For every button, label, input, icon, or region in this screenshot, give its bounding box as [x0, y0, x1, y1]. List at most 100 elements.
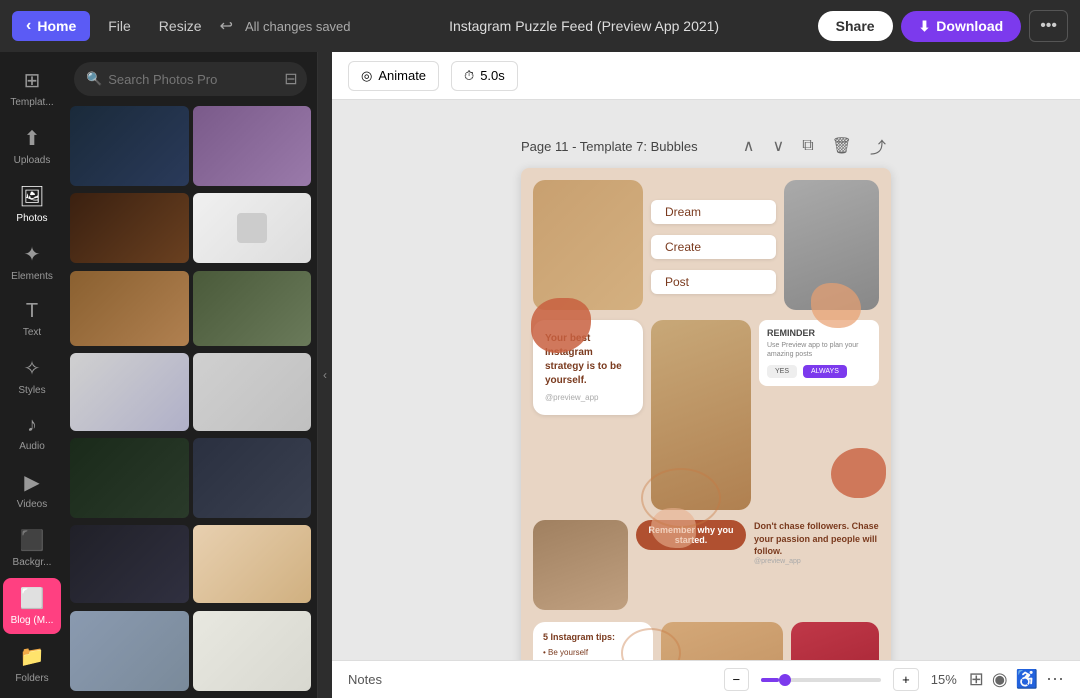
decorative-blob-3 [831, 448, 886, 498]
download-icon: ⬇ [919, 18, 931, 35]
canvas-toolbar: ◎ Animate ⏱ 5.0s [332, 52, 1080, 100]
list-item[interactable] [193, 106, 312, 186]
sidebar-item-text[interactable]: T Text [3, 292, 61, 346]
post-label: Post [651, 270, 776, 294]
list-item[interactable] [193, 438, 312, 518]
bottom-bar: Notes − + 15% ⊞ ◉ ♿ ⋯ [332, 660, 1080, 698]
sidebar-item-template[interactable]: ⊞ Templat... [3, 60, 61, 116]
quote-author: @preview_app [545, 392, 631, 403]
list-item[interactable] [70, 611, 189, 691]
list-item[interactable] [193, 525, 312, 603]
sidebar-item-photos[interactable]: 🖼 Photos [3, 176, 61, 232]
list-item[interactable] [70, 525, 189, 603]
photo-grid [64, 102, 317, 698]
zoom-in-button[interactable]: + [893, 668, 919, 691]
sidebar-item-audio[interactable]: ♪ Audio [3, 406, 61, 460]
sidebar-item-uploads[interactable]: ⬆ Uploads [3, 118, 61, 174]
zoom-level-display: 15% [931, 672, 957, 687]
page-collapse-down-button[interactable]: ∨ [768, 134, 790, 158]
home-button[interactable]: Home [12, 11, 90, 41]
bottom-icons: ⊞ ◉ ♿ ⋯ [969, 669, 1064, 690]
timer-button[interactable]: ⏱ 5.0s [451, 61, 518, 91]
text-icon: T [26, 300, 38, 323]
page-share-button[interactable]: ⤴ [865, 132, 891, 160]
accessibility-button[interactable]: ♿ [1016, 669, 1038, 690]
canvas-scroll[interactable]: Page 11 - Template 7: Bubbles ∧ ∨ ⧉ 🗑 ⤴ [332, 100, 1080, 660]
list-item[interactable] [70, 193, 189, 263]
tips-list: • Be yourself • Stay consistent • Post w… [543, 647, 643, 660]
resize-button[interactable]: Resize [149, 12, 212, 40]
sidebar-item-styles[interactable]: ✧ Styles [3, 348, 61, 404]
template-row-4: 5 Instagram tips: • Be yourself • Stay c… [521, 610, 891, 660]
page-collapse-up-button[interactable]: ∧ [738, 134, 760, 158]
collapse-handle[interactable]: ‹ [318, 52, 332, 698]
page11-header: Page 11 - Template 7: Bubbles ∧ ∨ ⧉ 🗑 ⤴ [521, 132, 891, 160]
zoom-slider-thumb[interactable] [779, 674, 791, 686]
main-layout: ⊞ Templat... ⬆ Uploads 🖼 Photos ✦ Elemen… [0, 52, 1080, 698]
videos-icon: ▶ [24, 470, 39, 495]
notes-button[interactable]: Notes [348, 672, 382, 687]
audio-icon: ♪ [27, 414, 37, 437]
bottom-left-photo[interactable] [533, 520, 628, 610]
list-item[interactable] [193, 193, 312, 263]
blog-icon: ⬜ [20, 586, 45, 611]
sidebar-item-folders[interactable]: 📁 Folders [3, 636, 61, 692]
present-button[interactable]: ◉ [992, 669, 1008, 690]
couple-photo[interactable] [533, 180, 643, 310]
page-copy-button[interactable]: ⧉ [797, 135, 818, 157]
filter-icon[interactable]: ⊟ [284, 69, 297, 89]
timer-icon: ⏱ [464, 68, 474, 84]
document-title: Instagram Puzzle Feed (Preview App 2021) [359, 18, 810, 34]
center-person-photo[interactable] [651, 320, 751, 510]
more-options-button[interactable]: ••• [1029, 10, 1068, 42]
share-button[interactable]: Share [818, 11, 893, 41]
sidebar-item-videos[interactable]: ▶ Videos [3, 462, 61, 518]
list-item[interactable] [70, 106, 189, 186]
reminder-title: REMINDER [767, 328, 871, 338]
bottom-center-photo[interactable] [661, 622, 783, 660]
zoom-slider-track[interactable] [761, 678, 881, 682]
labels-column: Dream Create Post [651, 180, 776, 310]
elements-icon: ✦ [24, 242, 41, 267]
bottom-right-photo[interactable] [791, 622, 879, 660]
reminder-yes-button[interactable]: YES [767, 365, 797, 378]
topbar: Home File Resize ↩ All changes saved Ins… [0, 0, 1080, 52]
animate-icon: ◎ [361, 68, 372, 84]
page-delete-button[interactable]: 🗑 [827, 134, 857, 158]
list-item[interactable] [70, 353, 189, 431]
sidebar-item-elements[interactable]: ✦ Elements [3, 234, 61, 290]
download-button[interactable]: ⬇ Download [901, 11, 1022, 42]
canvas-area: ◎ Animate ⏱ 5.0s Page 11 - Template 7: B… [332, 52, 1080, 698]
create-label: Create [651, 235, 776, 259]
chase-author: @preview_app [754, 558, 879, 565]
list-item[interactable] [193, 271, 312, 346]
zoom-slider-fill [761, 678, 779, 682]
icon-sidebar: ⊞ Templat... ⬆ Uploads 🖼 Photos ✦ Elemen… [0, 52, 64, 698]
animate-button[interactable]: ◎ Animate [348, 61, 439, 91]
file-button[interactable]: File [98, 12, 141, 40]
list-item[interactable] [193, 611, 312, 691]
tips-title: 5 Instagram tips: [543, 632, 643, 642]
sidebar-item-blog[interactable]: ⬜ Blog (M... [3, 578, 61, 634]
list-item[interactable] [193, 353, 312, 431]
template-canvas-page11[interactable]: Dream Create Post Your best Instagram st… [521, 168, 891, 660]
zoom-out-button[interactable]: − [724, 668, 750, 691]
saved-status: All changes saved [245, 19, 351, 34]
page11-title: Page 11 - Template 7: Bubbles [521, 139, 730, 154]
reminder-actions: YES ALWAYS [767, 365, 871, 378]
sidebar-item-background[interactable]: ⬛ Backgr... [3, 520, 61, 576]
styles-icon: ✧ [24, 356, 41, 381]
reminder-always-button[interactable]: ALWAYS [803, 365, 847, 378]
chase-text: Don't chase followers. Chase your passio… [754, 520, 879, 558]
grid-view-button[interactable]: ⊞ [969, 669, 984, 690]
search-input[interactable] [108, 72, 284, 87]
dream-label: Dream [651, 200, 776, 224]
template-row-3: Remember why you started. Don't chase fo… [521, 510, 891, 610]
search-icon: 🔍 [86, 71, 102, 87]
undo-icon[interactable]: ↩ [220, 16, 233, 36]
decorative-blob-4 [651, 508, 696, 548]
list-item[interactable] [70, 438, 189, 518]
list-item[interactable] [70, 271, 189, 346]
right-column: REMINDER Use Preview app to plan your am… [759, 320, 879, 386]
more-bottom-button[interactable]: ⋯ [1046, 669, 1064, 690]
